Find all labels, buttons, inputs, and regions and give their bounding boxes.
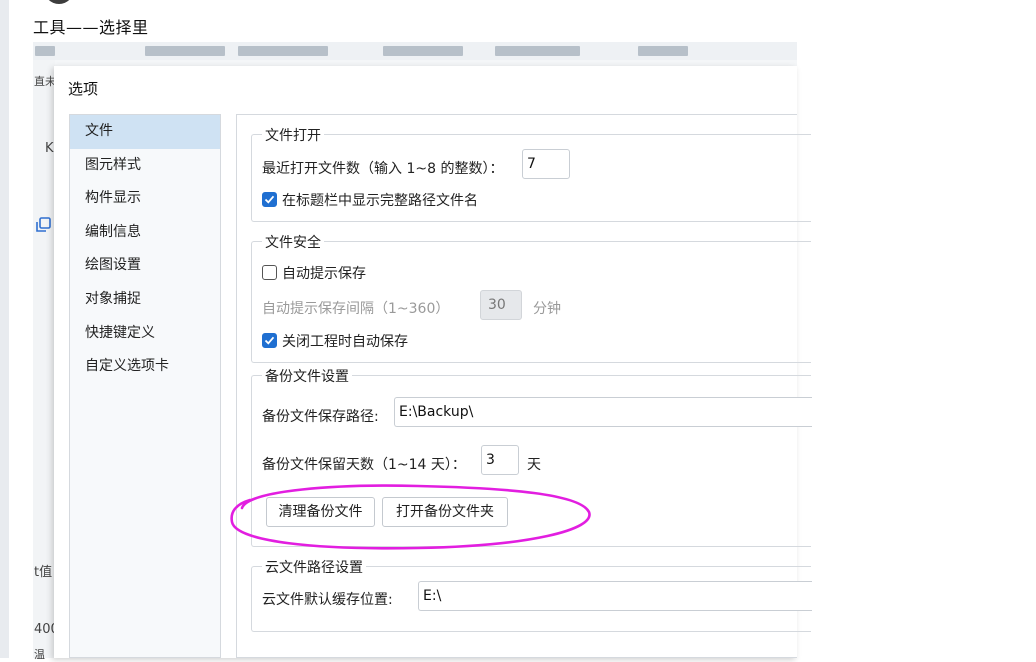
group-title: 云文件路径设置 bbox=[262, 557, 366, 577]
checkmark-icon bbox=[264, 195, 275, 204]
sidebar-item-element-style[interactable]: 图元样式 bbox=[70, 149, 220, 183]
user-avatar[interactable] bbox=[44, 0, 74, 4]
show-full-path-label: 在标题栏中显示完整路径文件名 bbox=[282, 193, 478, 209]
group-title: 文件安全 bbox=[262, 232, 324, 252]
auto-save-interval-input[interactable]: 30 bbox=[480, 290, 522, 320]
sidebar-item-component-display[interactable]: 构件显示 bbox=[70, 182, 220, 216]
backup-path-input[interactable]: E:\Backup\ bbox=[394, 397, 812, 427]
background-side-label: 温 bbox=[34, 648, 45, 661]
sidebar-item-drawing-settings[interactable]: 绘图设置 bbox=[70, 249, 220, 283]
cloud-cache-input[interactable]: E:\ bbox=[418, 581, 812, 611]
clean-backup-button[interactable]: 清理备份文件 bbox=[266, 497, 375, 527]
background-side-label: t值 bbox=[34, 565, 53, 580]
group-title: 备份文件设置 bbox=[262, 366, 352, 386]
file-open-group: 文件打开 最近打开文件数（输入 1~8 的整数）： 7 在标题栏中显示完整路径文… bbox=[251, 125, 811, 222]
background-toolbar bbox=[33, 42, 797, 60]
sidebar-item-file[interactable]: 文件 bbox=[70, 115, 220, 149]
auto-save-on-close-label: 关闭工程时自动保存 bbox=[282, 334, 408, 350]
recent-files-count-input[interactable]: 7 bbox=[522, 149, 570, 179]
background-side-label: K bbox=[45, 141, 54, 156]
sidebar-item-custom-tabs[interactable]: 自定义选项卡 bbox=[70, 350, 220, 384]
auto-save-interval-unit: 分钟 bbox=[533, 301, 561, 317]
sidebar-item-shortcut-keys[interactable]: 快捷键定义 bbox=[70, 317, 220, 351]
sidebar-item-object-snap[interactable]: 对象捕捉 bbox=[70, 283, 220, 317]
file-security-group: 文件安全 自动提示保存 自动提示保存间隔（1~360） 30 分钟 关闭工程时自… bbox=[251, 232, 811, 363]
background-side-label: 直未 bbox=[34, 75, 56, 88]
cloud-cache-label: 云文件默认缓存位置: bbox=[262, 592, 393, 608]
checkmark-icon bbox=[264, 336, 275, 345]
backup-days-unit: 天 bbox=[527, 457, 541, 473]
backup-path-label: 备份文件保存路径: bbox=[262, 409, 379, 425]
group-title: 文件打开 bbox=[262, 125, 324, 145]
backup-days-input[interactable]: 3 bbox=[481, 445, 519, 475]
auto-prompt-save-checkbox[interactable] bbox=[262, 265, 277, 280]
page-left-rail bbox=[0, 0, 9, 658]
recent-files-count-label: 最近打开文件数（输入 1~8 的整数）： bbox=[262, 161, 504, 177]
backup-settings-group: 备份文件设置 备份文件保存路径: E:\Backup\ 备份文件保留天数（1~1… bbox=[251, 366, 812, 547]
show-full-path-checkbox[interactable] bbox=[262, 192, 277, 207]
copy-icon[interactable] bbox=[34, 216, 52, 234]
options-sidebar: 文件 图元样式 构件显示 编制信息 绘图设置 对象捕捉 快捷键定义 自定义选项卡 bbox=[69, 114, 221, 658]
auto-save-on-close-checkbox[interactable] bbox=[262, 333, 277, 348]
dialog-title: 选项 bbox=[68, 80, 99, 98]
post-text: 工具——选择里 bbox=[33, 18, 149, 37]
backup-days-label: 备份文件保留天数（1~14 天）： bbox=[262, 457, 466, 473]
sidebar-item-compile-info[interactable]: 编制信息 bbox=[70, 216, 220, 250]
auto-prompt-save-label: 自动提示保存 bbox=[282, 266, 366, 282]
options-content-panel: 文件打开 最近打开文件数（输入 1~8 的整数）： 7 在标题栏中显示完整路径文… bbox=[236, 114, 812, 658]
options-dialog: 选项 文件 图元样式 构件显示 编制信息 绘图设置 对象捕捉 快捷键定义 自定义… bbox=[54, 66, 812, 658]
cloud-path-group: 云文件路径设置 云文件默认缓存位置: E:\ bbox=[251, 557, 812, 632]
open-backup-folder-button[interactable]: 打开备份文件夹 bbox=[382, 497, 508, 527]
auto-save-interval-label: 自动提示保存间隔（1~360） bbox=[262, 301, 450, 317]
